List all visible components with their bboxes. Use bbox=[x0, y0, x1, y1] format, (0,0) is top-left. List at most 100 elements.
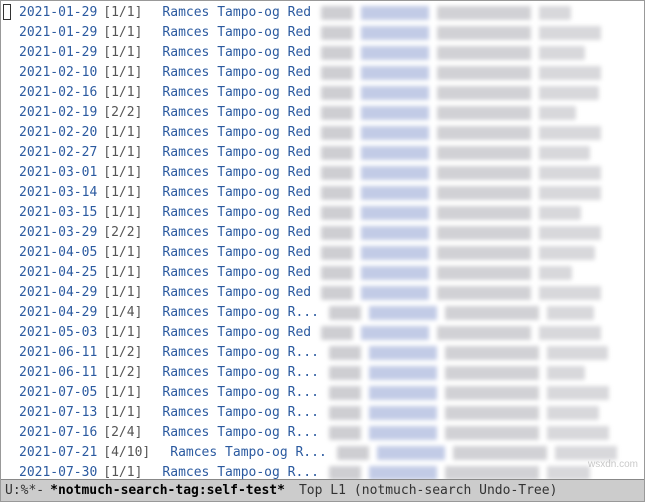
search-result-row[interactable]: 2021-04-05 [1/1] Ramces Tampo-og Red bbox=[3, 243, 644, 263]
result-subject-redacted bbox=[321, 86, 599, 100]
search-result-row[interactable]: 2021-02-19[2/2]Ramces Tampo-og Red bbox=[3, 103, 644, 123]
result-thread-count: [1/1] bbox=[103, 385, 142, 400]
search-result-row[interactable]: 2021-02-20[1/1]Ramces Tampo-og Red bbox=[3, 123, 644, 143]
search-result-row[interactable]: 2021-03-15[1/1]Ramces Tampo-og Red bbox=[3, 203, 644, 223]
result-subject-redacted bbox=[321, 326, 623, 340]
result-thread-count: [1/1] bbox=[103, 245, 142, 260]
result-thread-count: [1/1] bbox=[103, 145, 142, 160]
result-thread-count: [1/1] bbox=[103, 5, 142, 20]
result-thread-count: [1/1] bbox=[103, 125, 142, 140]
result-date: 2021-05-03 bbox=[19, 325, 97, 340]
result-author: Ramces Tampo-og R... bbox=[162, 305, 319, 320]
result-author: Ramces Tampo-og R... bbox=[162, 405, 319, 420]
result-author: Ramces Tampo-og Red bbox=[162, 65, 311, 80]
result-date: 2021-02-16 bbox=[19, 85, 97, 100]
result-date: 2021-06-11 bbox=[19, 345, 97, 360]
result-subject-redacted bbox=[321, 126, 613, 140]
result-subject-redacted bbox=[321, 246, 595, 260]
result-date: 2021-04-25 bbox=[19, 265, 97, 280]
search-result-row[interactable]: 2021-05-03[1/1]Ramces Tampo-og Red bbox=[3, 323, 644, 343]
result-date: 2021-03-14 bbox=[19, 185, 97, 200]
search-result-row[interactable]: 2021-02-16 [1/1] Ramces Tampo-og Red bbox=[3, 83, 644, 103]
search-result-row[interactable]: 2021-01-29[1/1]Ramces Tampo-og Red bbox=[3, 3, 644, 23]
watermark: wsxdn.com bbox=[588, 455, 638, 475]
result-author: Ramces Tampo-og Red bbox=[162, 265, 311, 280]
result-date: 2021-01-29 bbox=[19, 45, 97, 60]
result-thread-count: [1/1] bbox=[103, 185, 142, 200]
result-thread-count: [2/4] bbox=[103, 425, 142, 440]
modeline-status: U:%*- bbox=[5, 480, 44, 501]
result-author: Ramces Tampo-og Red bbox=[162, 185, 311, 200]
result-thread-count: [1/1] bbox=[103, 465, 142, 479]
result-author: Ramces Tampo-og Red bbox=[162, 85, 311, 100]
result-subject-redacted bbox=[329, 426, 636, 440]
result-thread-count: [1/1] bbox=[103, 165, 142, 180]
result-date: 2021-06-11 bbox=[19, 365, 97, 380]
result-thread-count: [2/2] bbox=[103, 105, 142, 120]
search-result-row[interactable]: 2021-06-11[1/2]Ramces Tampo-og R... bbox=[3, 343, 644, 363]
result-date: 2021-02-10 bbox=[19, 65, 97, 80]
search-result-row[interactable]: 2021-01-29[1/1]Ramces Tampo-og Red bbox=[3, 23, 644, 43]
result-author: Ramces Tampo-og Red bbox=[162, 165, 311, 180]
search-results-viewport[interactable]: 2021-01-29[1/1]Ramces Tampo-og Red2021-0… bbox=[1, 1, 644, 479]
result-date: 2021-07-16 bbox=[19, 425, 97, 440]
result-subject-redacted bbox=[321, 286, 609, 300]
result-date: 2021-04-29 bbox=[19, 305, 97, 320]
result-subject-redacted bbox=[321, 186, 604, 200]
result-author: Ramces Tampo-og Red bbox=[162, 245, 311, 260]
result-thread-count: [1/4] bbox=[103, 305, 142, 320]
result-author: Ramces Tampo-og Red bbox=[162, 285, 311, 300]
result-thread-count: [2/2] bbox=[103, 225, 142, 240]
result-subject-redacted bbox=[329, 366, 585, 380]
search-result-row[interactable]: 2021-03-14 [1/1] Ramces Tampo-og Red bbox=[3, 183, 644, 203]
modeline: U:%*- *notmuch-search-tag:self-test* Top… bbox=[1, 479, 644, 501]
result-date: 2021-07-21 bbox=[19, 445, 97, 460]
result-thread-count: [4/10] bbox=[103, 445, 150, 460]
result-date: 2021-02-27 bbox=[19, 145, 97, 160]
result-date: 2021-07-05 bbox=[19, 385, 97, 400]
search-result-row[interactable]: 2021-07-30[1/1]Ramces Tampo-og R... bbox=[3, 463, 644, 479]
search-result-row[interactable]: 2021-04-29 [1/4] Ramces Tampo-og R... bbox=[3, 303, 644, 323]
result-date: 2021-03-29 bbox=[19, 225, 97, 240]
result-date: 2021-04-05 bbox=[19, 245, 97, 260]
result-author: Ramces Tampo-og Red bbox=[162, 325, 311, 340]
result-date: 2021-07-13 bbox=[19, 405, 97, 420]
search-result-row[interactable]: 2021-04-29[1/1]Ramces Tampo-og Red bbox=[3, 283, 644, 303]
result-subject-redacted bbox=[321, 26, 608, 40]
search-result-row[interactable]: 2021-02-10[1/1]Ramces Tampo-og Red bbox=[3, 63, 644, 83]
result-author: Ramces Tampo-og R... bbox=[162, 385, 319, 400]
result-subject-redacted bbox=[329, 406, 599, 420]
search-result-row[interactable]: 2021-03-01 [1/1] Ramces Tampo-og Red bbox=[3, 163, 644, 183]
result-author: Ramces Tampo-og Red bbox=[162, 145, 311, 160]
search-result-row[interactable]: 2021-07-16[2/4]Ramces Tampo-og R... bbox=[3, 423, 644, 443]
modeline-modes: (notmuch-search Undo-Tree) bbox=[354, 480, 558, 501]
result-subject-redacted bbox=[321, 106, 576, 120]
result-date: 2021-03-15 bbox=[19, 205, 97, 220]
result-subject-redacted bbox=[329, 346, 608, 360]
search-result-row[interactable]: 2021-02-27 [1/1] Ramces Tampo-og Red bbox=[3, 143, 644, 163]
result-author: Ramces Tampo-og Red bbox=[162, 105, 311, 120]
result-subject-redacted bbox=[321, 206, 581, 220]
search-result-row[interactable]: 2021-07-13[1/1]Ramces Tampo-og R... bbox=[3, 403, 644, 423]
search-result-row[interactable]: 2021-03-29[2/2]Ramces Tampo-og Red bbox=[3, 223, 644, 243]
result-thread-count: [1/1] bbox=[103, 285, 142, 300]
result-author: Ramces Tampo-og Red bbox=[162, 5, 311, 20]
result-subject-redacted bbox=[337, 446, 621, 460]
search-result-row[interactable]: 2021-06-11[1/2]Ramces Tampo-og R... bbox=[3, 363, 644, 383]
result-subject-redacted bbox=[321, 66, 622, 80]
search-result-row[interactable]: 2021-07-05 [1/1] Ramces Tampo-og R... bbox=[3, 383, 644, 403]
search-result-row[interactable]: 2021-07-21[4/10]Ramces Tampo-og R... bbox=[3, 443, 644, 463]
result-subject-redacted bbox=[321, 6, 571, 20]
search-result-row[interactable]: 2021-04-25 [1/1] Ramces Tampo-og Red bbox=[3, 263, 644, 283]
text-cursor bbox=[3, 4, 11, 20]
result-author: Ramces Tampo-og R... bbox=[162, 365, 319, 380]
result-thread-count: [1/1] bbox=[103, 205, 142, 220]
result-author: Ramces Tampo-og Red bbox=[162, 25, 311, 40]
result-subject-redacted bbox=[321, 46, 585, 60]
result-thread-count: [1/1] bbox=[103, 265, 142, 280]
search-result-row[interactable]: 2021-01-29[1/1]Ramces Tampo-og Red bbox=[3, 43, 644, 63]
result-date: 2021-03-01 bbox=[19, 165, 97, 180]
modeline-buffer: *notmuch-search-tag:self-test* bbox=[44, 480, 291, 501]
result-subject-redacted bbox=[321, 146, 590, 160]
result-thread-count: [1/1] bbox=[103, 85, 142, 100]
